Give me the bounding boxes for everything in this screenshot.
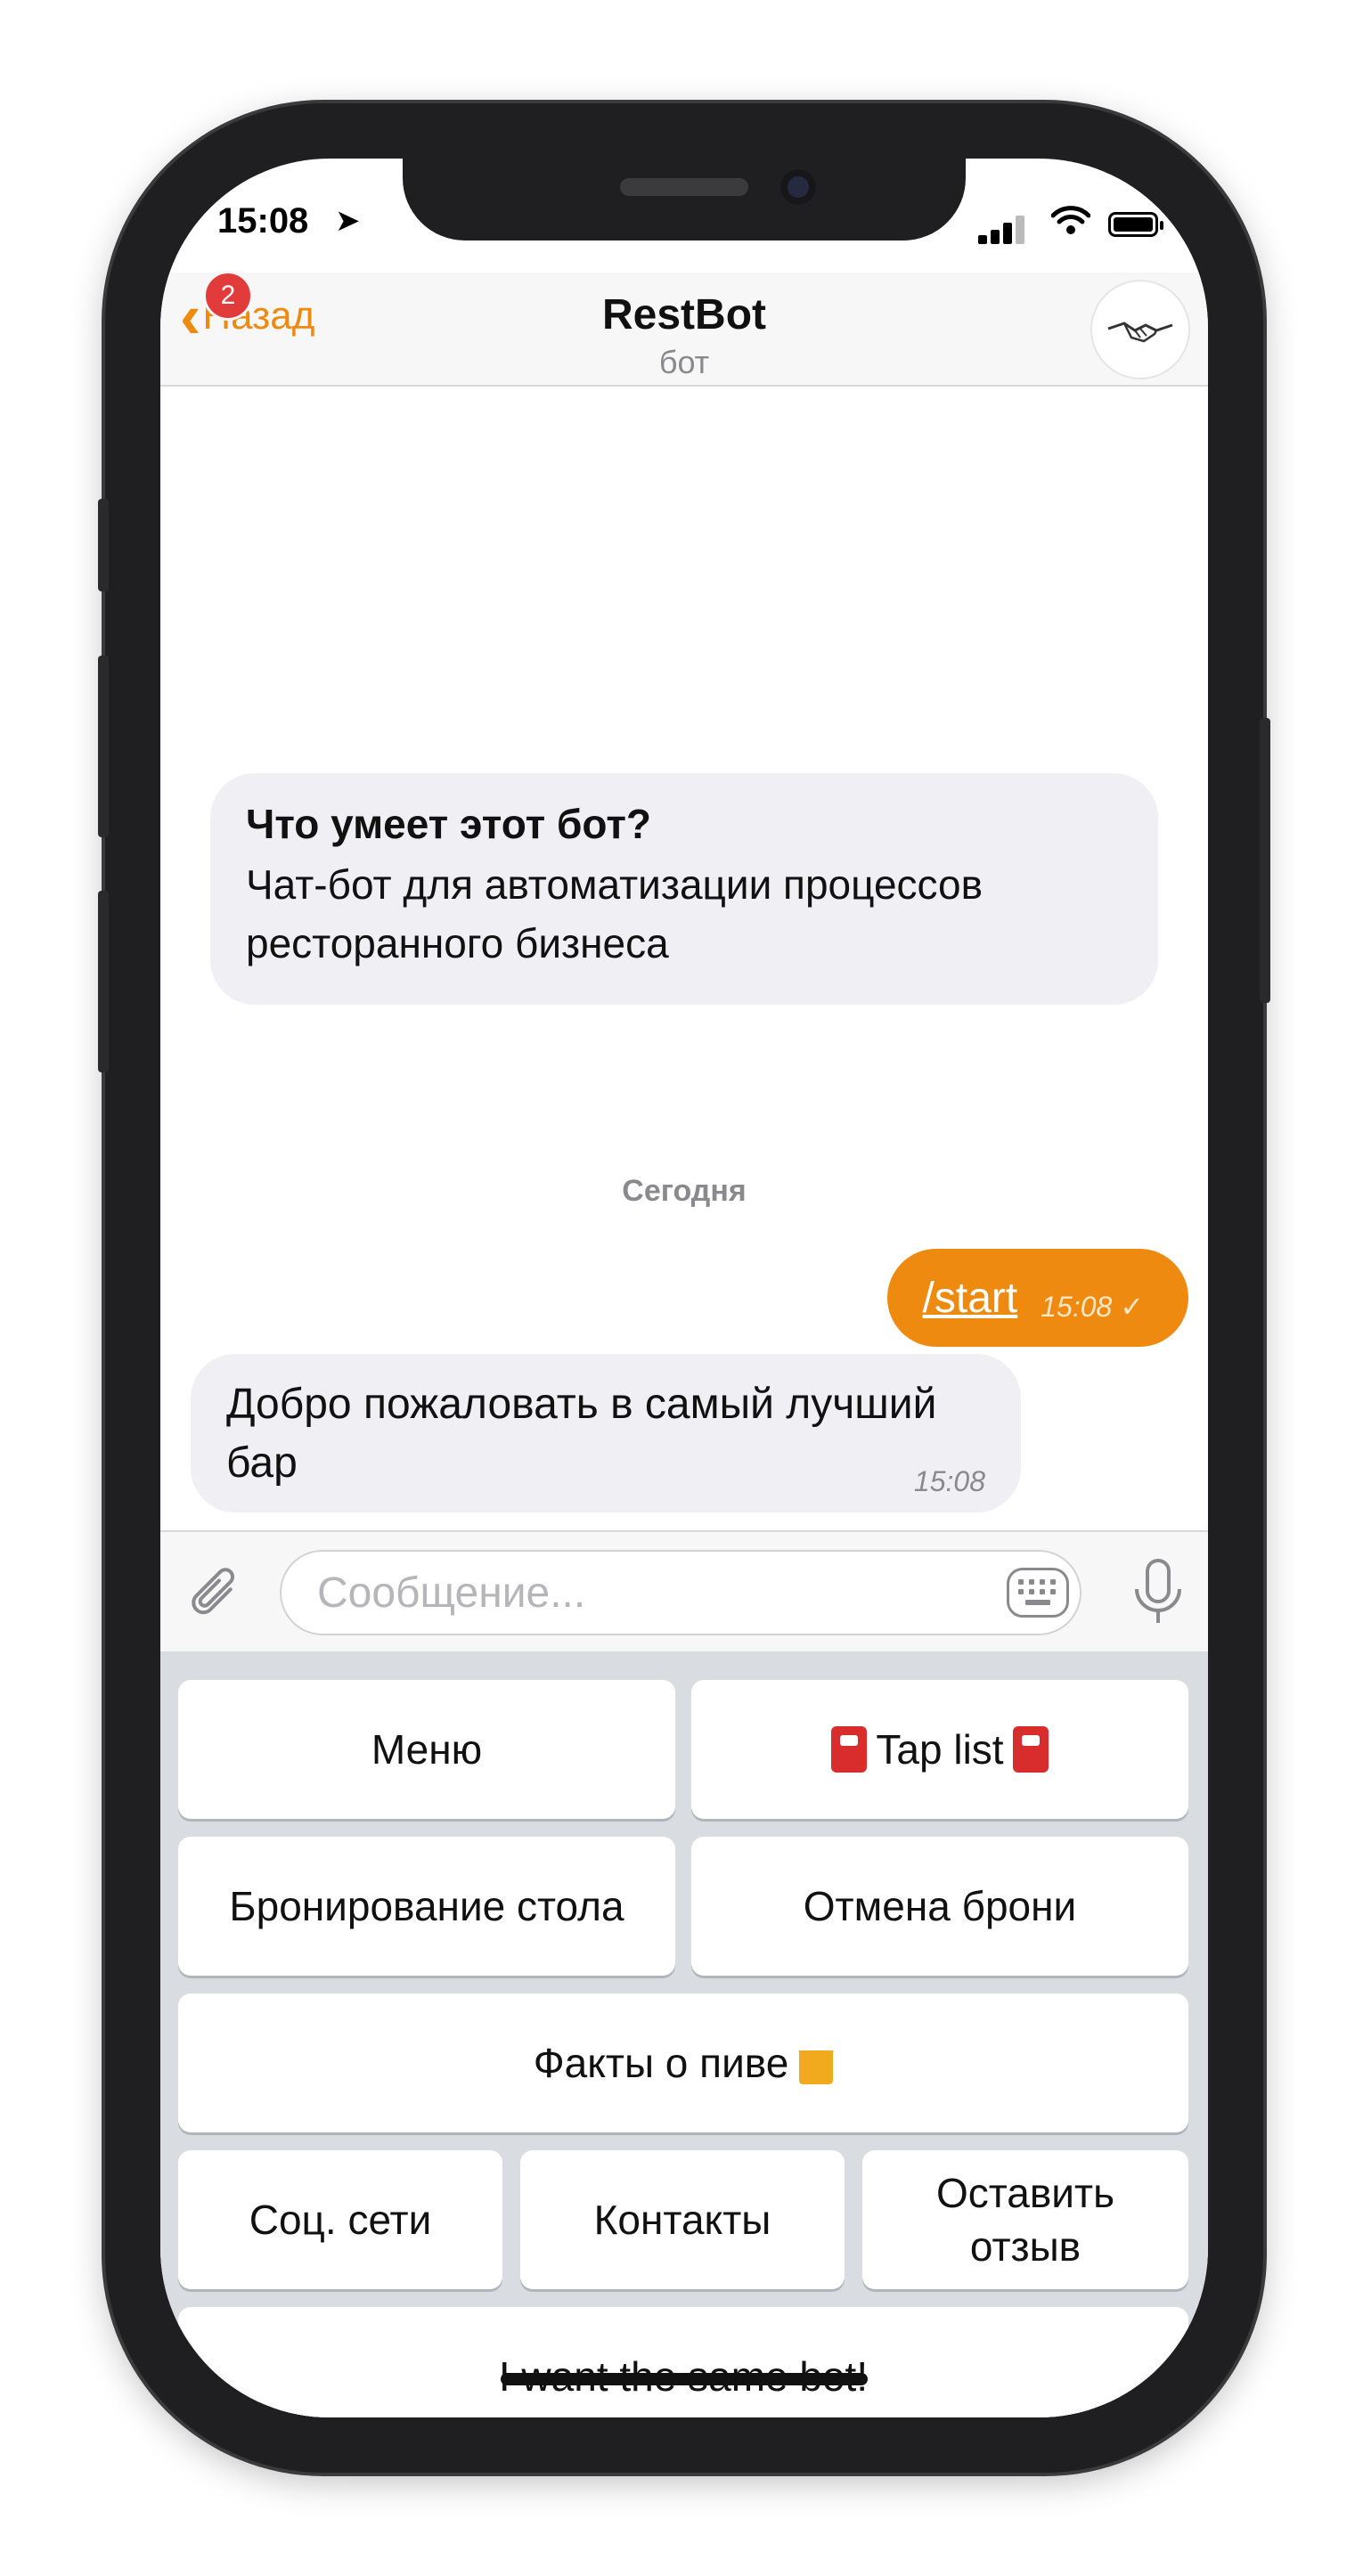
review-button[interactable]: Оставить отзыв: [862, 2150, 1188, 2289]
same-bot-button[interactable]: I want the same bot!: [178, 2307, 1188, 2417]
cellular-signal-icon: [978, 212, 1033, 244]
incoming-text: Добро пожаловать в самый лучший бар: [226, 1381, 937, 1487]
chat-header: ‹ Назад 2 RestBot бот: [160, 271, 1208, 387]
booking-button-label: Бронирование стола: [229, 1883, 624, 1929]
status-bar: 15:08 ➤: [160, 192, 1208, 246]
chat-area[interactable]: Что умеет этот бот? Чат-бот для автомати…: [160, 387, 1208, 1528]
home-indicator[interactable]: [501, 2373, 868, 2385]
contacts-button[interactable]: Контакты: [520, 2150, 845, 2289]
social-button[interactable]: Соц. сети: [178, 2150, 502, 2289]
chat-title: RestBot: [601, 291, 766, 338]
checkmark-icon: ✓: [1120, 1291, 1144, 1323]
handshake-avatar-icon[interactable]: [1090, 280, 1190, 379]
menu-button-label: Меню: [371, 1726, 483, 1773]
contacts-button-label: Контакты: [593, 2197, 771, 2243]
outgoing-meta: 15:08 ✓: [1041, 1290, 1144, 1324]
bot-info-title: Что умеет этот бот?: [246, 801, 651, 847]
menu-button[interactable]: Меню: [178, 1680, 675, 1819]
fuel-pump-icon: [1012, 1726, 1049, 1773]
beer-facts-button-label: Факты о пиве: [533, 2040, 789, 2086]
volume-down-button: [98, 891, 109, 1072]
tap-list-button[interactable]: Tap list: [691, 1680, 1188, 1819]
volume-up-button: [98, 656, 109, 837]
fuel-pump-icon: [831, 1726, 868, 1773]
outgoing-message: /start 15:08 ✓: [886, 1249, 1188, 1347]
social-button-label: Соц. сети: [249, 2197, 432, 2243]
booking-button[interactable]: Бронирование стола: [178, 1837, 675, 1976]
tap-list-button-label: Tap list: [876, 1726, 1004, 1773]
beer-facts-button[interactable]: Факты о пиве: [178, 1993, 1188, 2132]
date-separator: Сегодня: [622, 1174, 747, 1208]
location-arrow-icon: ➤: [335, 204, 361, 238]
review-button-label: Оставить отзыв: [935, 2170, 1115, 2270]
message-input[interactable]: [280, 1550, 1081, 1635]
paperclip-icon[interactable]: [167, 1554, 251, 1639]
bot-info-bubble: Что умеет этот бот? Чат-бот для автомати…: [210, 773, 1158, 1005]
cancel-booking-button-label: Отмена брони: [803, 1883, 1077, 1929]
bot-keyboard: Меню Tap list Бронирование стола Отмена …: [160, 1651, 1208, 2417]
phone-screen: 15:08 ➤ ‹ Назад 2 RestBot бот Что умеет …: [160, 159, 1208, 2417]
battery-icon: [1108, 212, 1163, 237]
outgoing-time: 15:08: [1041, 1291, 1113, 1323]
beer-mug-icon: [799, 2042, 834, 2084]
status-time: 15:08: [217, 201, 309, 240]
microphone-icon[interactable]: [1122, 1550, 1194, 1639]
bot-info-text: Чат-бот для автоматизации процессов рест…: [246, 861, 983, 966]
start-command-link[interactable]: /start: [923, 1274, 1018, 1323]
cancel-booking-button[interactable]: Отмена брони: [691, 1837, 1188, 1976]
wifi-icon: [1050, 205, 1091, 244]
chat-subtitle: бот: [658, 344, 710, 380]
power-button: [1260, 718, 1270, 1003]
message-input-bar: [160, 1530, 1208, 1653]
mute-switch: [98, 499, 109, 591]
incoming-message: Добро пожаловать в самый лучший бар 15:0…: [191, 1354, 1021, 1512]
incoming-time: 15:08: [913, 1465, 985, 1497]
keyboard-icon[interactable]: [1007, 1568, 1069, 1618]
